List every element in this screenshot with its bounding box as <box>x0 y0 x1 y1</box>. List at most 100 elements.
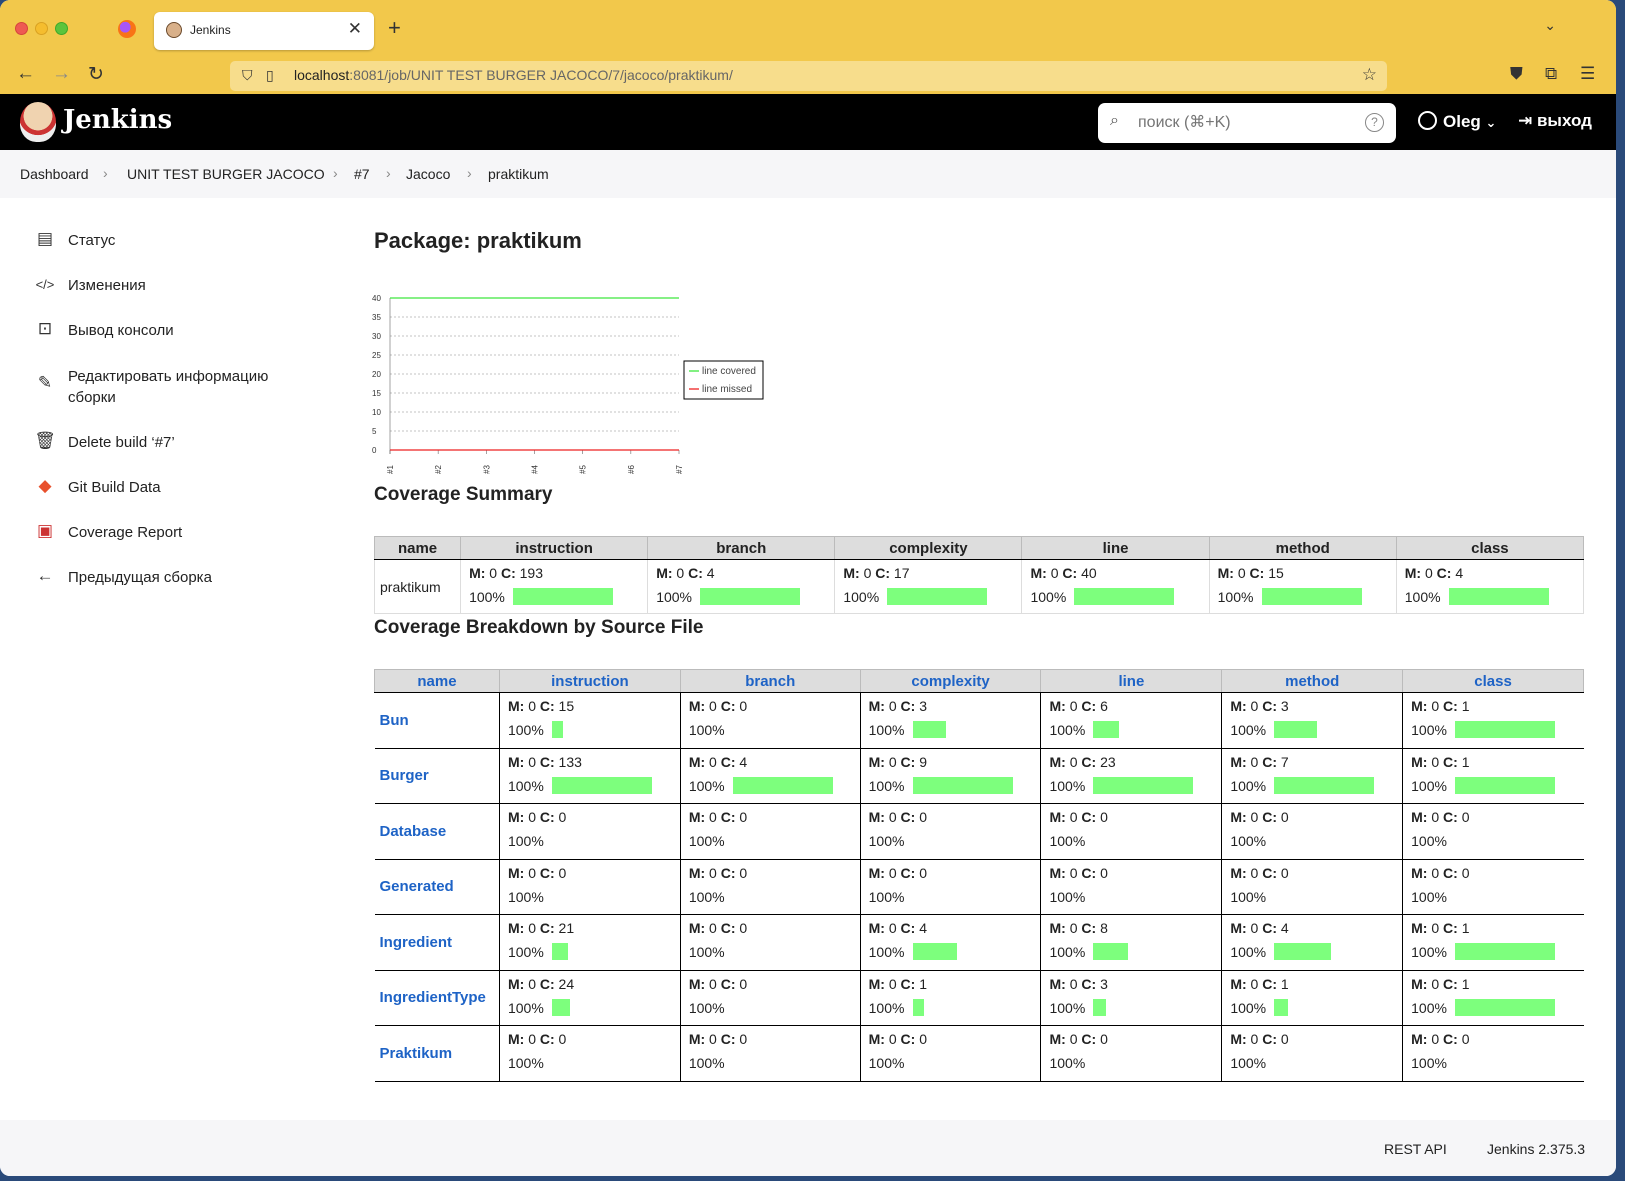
column-header-method[interactable]: method <box>1221 669 1404 693</box>
bookmark-star-icon[interactable]: ☆ <box>1362 65 1377 85</box>
coverage-cell: M: 0 C: 0 100% <box>1040 1025 1222 1082</box>
missed-value: 0 <box>1431 920 1440 936</box>
tab-title: Jenkins <box>190 23 231 37</box>
browser-nav-bar: ← → ↻ ⛉ ▯ localhost:8081/job/UNIT TEST B… <box>0 58 1616 94</box>
missed-label: M: <box>868 975 885 992</box>
missed-label: M: <box>1049 809 1066 825</box>
coverage-percent: 100% <box>1049 722 1086 738</box>
breadcrumb-job[interactable]: UNIT TEST BURGER JACOCO <box>127 166 325 182</box>
covered-label: C: <box>1262 975 1277 992</box>
covered-label: C: <box>1443 1031 1458 1047</box>
url-text[interactable]: localhost:8081/job/UNIT TEST BURGER JACO… <box>294 67 733 83</box>
missed-value: 0 <box>528 1031 536 1047</box>
user-menu[interactable]: Oleg ⌄ <box>1418 111 1496 132</box>
back-arrow-icon[interactable]: ← <box>16 63 35 85</box>
coverage-percent: 100% <box>1230 888 1267 905</box>
document-icon: ▤ <box>36 229 54 248</box>
covered-label: C: <box>539 864 555 881</box>
breadcrumb-package[interactable]: praktikum <box>488 166 549 182</box>
coverage-percent: 100% <box>1049 944 1086 960</box>
source-file-link[interactable]: Generated <box>380 878 454 895</box>
search-box[interactable]: ⌕ ? <box>1098 103 1396 143</box>
jenkins-logo-icon[interactable] <box>20 102 56 142</box>
help-icon[interactable]: ? <box>1365 113 1384 132</box>
coverage-bar <box>1448 588 1549 605</box>
covered-value: 193 <box>519 565 543 581</box>
covered-label: C: <box>500 565 516 581</box>
menu-icon[interactable]: ☰ <box>1580 64 1595 84</box>
column-header-instruction[interactable]: instruction <box>498 669 681 693</box>
source-file-link[interactable]: Bun <box>380 712 409 729</box>
column-header-name[interactable]: name <box>374 669 500 693</box>
source-file-link[interactable]: Praktikum <box>380 1045 453 1062</box>
forward-arrow-icon[interactable]: → <box>52 63 71 85</box>
covered-value: 0 <box>919 1031 928 1047</box>
rest-api-link[interactable]: REST API <box>1384 1141 1447 1157</box>
covered-label: C: <box>539 809 555 825</box>
missed-label: M: <box>507 975 525 992</box>
reload-icon[interactable]: ↻ <box>88 63 104 86</box>
source-file-link[interactable]: IngredientType <box>380 989 486 1006</box>
missed-label: M: <box>1030 565 1047 581</box>
covered-value: 0 <box>1100 809 1108 825</box>
coverage-summary-table: name instruction branch complexity line metho… <box>373 536 1585 614</box>
coverage-percent: 100% <box>507 833 544 849</box>
source-file-link[interactable]: Burger <box>380 767 429 784</box>
pocket-icon[interactable]: ⛊ <box>1510 64 1523 84</box>
covered-label: C: <box>900 1031 916 1047</box>
missed-value: 0 <box>528 864 536 881</box>
logout-link[interactable]: ⇥ выход <box>1518 111 1592 131</box>
row-name: praktikum <box>373 559 462 614</box>
covered-value: 21 <box>558 920 575 936</box>
missed-value: 0 <box>709 975 717 992</box>
extensions-icon[interactable]: ⧉ <box>1545 64 1557 84</box>
search-input[interactable] <box>1138 111 1348 135</box>
new-tab-button[interactable]: + <box>388 15 401 41</box>
missed-value: 0 <box>709 809 717 825</box>
column-header-class[interactable]: class <box>1402 669 1584 693</box>
y-tick-label: 5 <box>372 427 377 436</box>
x-tick-label: #7 <box>675 465 684 474</box>
breadcrumb-build[interactable]: #7 <box>354 166 370 182</box>
covered-label: C: <box>875 565 891 581</box>
coverage-cell: M: 0 C: 0 100% <box>679 692 861 749</box>
coverage-cell: M: 0 C: 4 100% <box>647 559 836 614</box>
covered-label: C: <box>1081 809 1097 825</box>
code-icon: </> <box>35 277 55 292</box>
chevron-right-icon: › <box>103 165 108 181</box>
shield-icon[interactable]: ⛉ <box>242 67 253 84</box>
x-tick-label: #5 <box>579 465 588 474</box>
maximize-window-button[interactable] <box>55 22 68 35</box>
covered-value: 9 <box>919 753 928 770</box>
minimize-window-button[interactable] <box>35 22 48 35</box>
covered-label: C: <box>1436 565 1452 581</box>
source-file-link[interactable]: Ingredient <box>380 934 453 951</box>
column-header-line[interactable]: line <box>1040 669 1223 693</box>
column-header-complexity[interactable]: complexity <box>859 669 1042 693</box>
coverage-breakdown-table: name instruction branch complexity line metho… <box>374 669 1584 1082</box>
missed-value: 0 <box>528 698 536 714</box>
missed-label: M: <box>507 864 525 881</box>
source-file-link-cell: Praktikum <box>374 1025 500 1082</box>
close-window-button[interactable] <box>15 22 28 35</box>
missed-label: M: <box>469 565 486 581</box>
missed-value: 0 <box>1431 753 1440 770</box>
close-tab-icon[interactable]: ✕ <box>348 19 362 39</box>
source-file-link[interactable]: Database <box>380 823 447 840</box>
column-header-branch[interactable]: branch <box>679 669 861 693</box>
jenkins-version-link[interactable]: Jenkins 2.375.3 <box>1487 1141 1585 1157</box>
chevron-down-icon[interactable]: ⌄ <box>1544 17 1556 34</box>
covered-value: 6 <box>1100 698 1108 714</box>
legend-label: line covered <box>702 366 756 377</box>
chevron-right-icon: › <box>386 165 391 181</box>
firefox-icon[interactable] <box>118 20 136 38</box>
coverage-cell: M: 0 C: 0 100% <box>859 859 1041 915</box>
logout-label: выход <box>1536 111 1592 130</box>
breadcrumb-jacoco[interactable]: Jacoco <box>406 166 450 182</box>
column-header-class: class <box>1395 536 1585 560</box>
table-row: Bun M: 0 C: 15 100% M: 0 C: 0 100% M: 0 C: 31… <box>374 692 1584 749</box>
address-bar[interactable]: ⛉ ▯ localhost:8081/job/UNIT TEST BURGER … <box>230 61 1387 91</box>
jenkins-brand[interactable]: Jenkins <box>63 105 172 135</box>
breadcrumb-dashboard[interactable]: Dashboard <box>20 166 89 182</box>
browser-tab[interactable]: Jenkins ✕ <box>154 12 374 50</box>
